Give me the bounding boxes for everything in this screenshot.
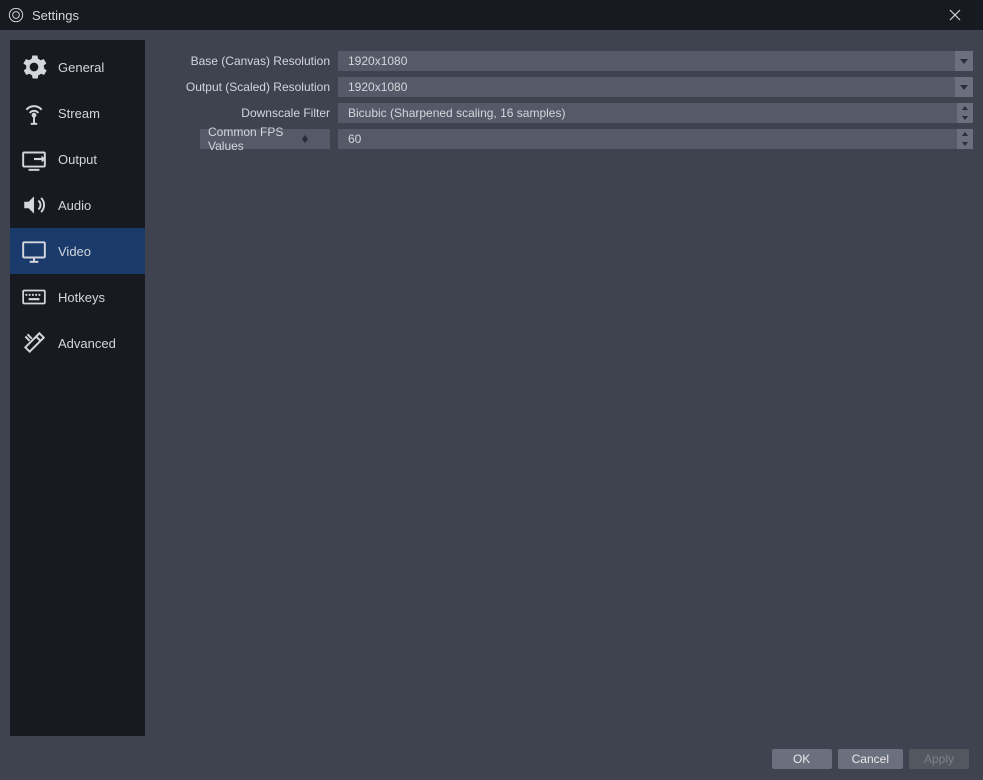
ok-button[interactable]: OK	[772, 749, 832, 769]
fps-value-select[interactable]: 60	[338, 129, 973, 149]
monitor-icon	[20, 237, 48, 265]
keyboard-icon	[20, 283, 48, 311]
gear-icon	[20, 53, 48, 81]
window-close-button[interactable]	[935, 0, 975, 30]
sidebar-item-label: Video	[58, 244, 91, 259]
sidebar-item-hotkeys[interactable]: Hotkeys	[10, 274, 145, 320]
sidebar-item-label: Audio	[58, 198, 91, 213]
dialog-footer: OK Cancel Apply	[0, 746, 983, 780]
base-resolution-row: Base (Canvas) Resolution 1920x1080	[155, 50, 973, 72]
base-resolution-value: 1920x1080	[348, 54, 407, 68]
chevron-up-icon	[962, 106, 968, 110]
settings-sidebar: General Stream	[10, 40, 145, 736]
chevron-up-icon	[962, 132, 968, 136]
sidebar-item-label: Hotkeys	[58, 290, 105, 305]
downscale-filter-row: Downscale Filter Bicubic (Sharpened scal…	[155, 102, 973, 124]
chevron-down-icon	[962, 116, 968, 120]
titlebar: Settings	[0, 0, 983, 30]
tools-icon	[20, 329, 48, 357]
sidebar-item-label: Stream	[58, 106, 100, 121]
downscale-filter-select[interactable]: Bicubic (Sharpened scaling, 16 samples)	[338, 103, 973, 123]
speaker-icon	[20, 191, 48, 219]
dropdown-button[interactable]	[955, 51, 973, 71]
fps-mode-value: Common FPS Values	[208, 125, 302, 153]
sidebar-item-label: Advanced	[58, 336, 116, 351]
apply-button: Apply	[909, 749, 969, 769]
sidebar-item-label: General	[58, 60, 104, 75]
chevron-down-icon	[960, 59, 968, 64]
base-resolution-label: Base (Canvas) Resolution	[155, 54, 330, 68]
downscale-filter-value: Bicubic (Sharpened scaling, 16 samples)	[348, 106, 565, 120]
sidebar-item-general[interactable]: General	[10, 44, 145, 90]
spinner-button[interactable]	[302, 135, 308, 143]
obs-app-icon	[8, 7, 24, 23]
video-settings-panel: Base (Canvas) Resolution 1920x1080 Outpu…	[155, 40, 973, 736]
downscale-filter-label: Downscale Filter	[155, 106, 330, 120]
output-resolution-value: 1920x1080	[348, 80, 407, 94]
sidebar-item-output[interactable]: Output	[10, 136, 145, 182]
chevron-down-icon	[302, 139, 308, 143]
main-area: General Stream	[0, 30, 983, 746]
sidebar-item-stream[interactable]: Stream	[10, 90, 145, 136]
dropdown-button[interactable]	[955, 77, 973, 97]
output-resolution-row: Output (Scaled) Resolution 1920x1080	[155, 76, 973, 98]
sidebar-item-audio[interactable]: Audio	[10, 182, 145, 228]
base-resolution-select[interactable]: 1920x1080	[338, 51, 973, 71]
fps-row: Common FPS Values 60	[155, 128, 973, 150]
sidebar-item-video[interactable]: Video	[10, 228, 145, 274]
spinner-button[interactable]	[957, 103, 973, 123]
sidebar-item-advanced[interactable]: Advanced	[10, 320, 145, 366]
window-title: Settings	[32, 8, 79, 23]
fps-mode-select[interactable]: Common FPS Values	[200, 129, 330, 149]
chevron-down-icon	[962, 142, 968, 146]
output-resolution-select[interactable]: 1920x1080	[338, 77, 973, 97]
fps-value: 60	[348, 132, 361, 146]
sidebar-item-label: Output	[58, 152, 97, 167]
cancel-button[interactable]: Cancel	[838, 749, 903, 769]
antenna-icon	[20, 99, 48, 127]
spinner-button[interactable]	[957, 129, 973, 149]
chevron-down-icon	[960, 85, 968, 90]
close-icon	[949, 9, 961, 21]
output-resolution-label: Output (Scaled) Resolution	[155, 80, 330, 94]
output-icon	[20, 145, 48, 173]
